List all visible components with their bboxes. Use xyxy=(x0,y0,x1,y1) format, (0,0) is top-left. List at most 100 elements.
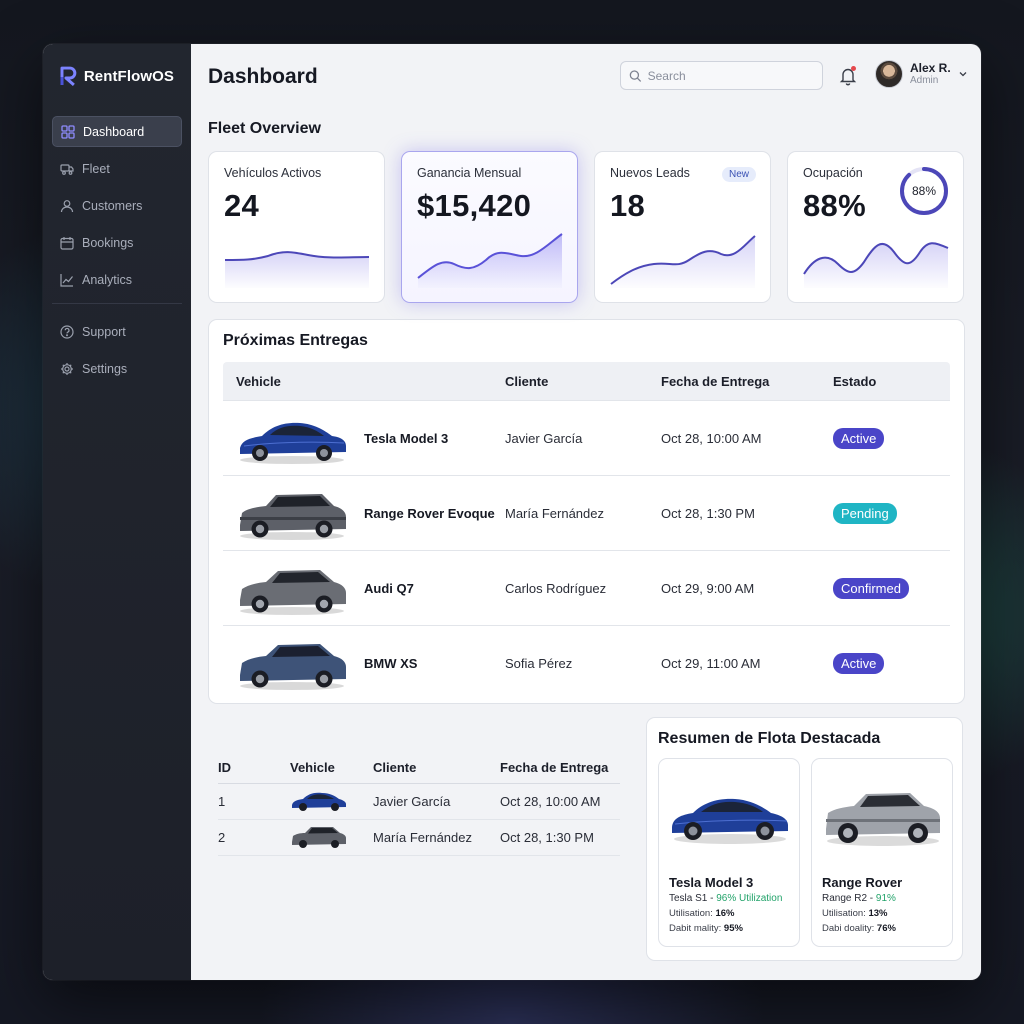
logo[interactable]: RentFlowOS xyxy=(52,62,182,116)
kpi-card-new-leads[interactable]: Nuevos Leads New 18 xyxy=(594,151,771,303)
col-vehicle[interactable]: Vehicle xyxy=(223,374,505,389)
sedan-blue-image xyxy=(672,798,788,844)
chevron-down-icon xyxy=(959,72,967,77)
main-content: Dashboard Alex R. Admin Fleet Overview V… xyxy=(191,44,981,980)
client-name: Javier García xyxy=(373,794,451,809)
kpi-value: 24 xyxy=(224,188,260,223)
calendar-icon xyxy=(60,236,74,250)
sidebar-item-label: Fleet xyxy=(82,161,110,176)
suv-gray-image xyxy=(240,494,346,540)
delivery-date: Oct 29, 9:00 AM xyxy=(661,580,755,596)
utilisation-line: Utilisation: 16% xyxy=(669,908,789,919)
col-status[interactable]: Estado xyxy=(833,374,943,389)
metric-value: 76% xyxy=(876,923,896,934)
table-row[interactable]: Tesla Model 3 Javier García Oct 28, 10:0… xyxy=(223,400,950,475)
metric-label: Utilisation: xyxy=(822,908,866,919)
user-info: Alex R. Admin xyxy=(910,61,951,87)
sidebar-divider xyxy=(52,303,182,304)
client-name: Javier García xyxy=(505,430,583,446)
metric-value: 13% xyxy=(868,908,888,919)
vehicle-cell: Tesla Model 3 xyxy=(223,410,505,466)
table-row[interactable]: 1 Javier García Oct 28, 10:00 AM xyxy=(218,784,620,820)
metric-label: Utilisation: xyxy=(669,908,713,919)
table-row[interactable]: 2 María Fernández Oct 28, 1:30 PM xyxy=(218,820,620,856)
deliveries-title: Próximas Entregas xyxy=(223,332,368,349)
sidebar-item-settings[interactable]: Settings xyxy=(52,353,182,384)
vehicle-cell xyxy=(290,823,373,852)
user-name: Alex R. xyxy=(910,61,951,75)
featured-vehicle-card[interactable]: Range Rover Range R2 - 91% Utilisation: … xyxy=(811,758,953,947)
search-input[interactable] xyxy=(647,68,814,83)
table-header: ID Vehicle Cliente Fecha de Entrega xyxy=(218,756,620,784)
col-client[interactable]: Cliente xyxy=(505,374,661,389)
metric-line: Dabit mality: 95% xyxy=(669,923,789,934)
sparkline xyxy=(224,251,370,288)
col-vehicle[interactable]: Vehicle xyxy=(290,760,373,775)
col-client[interactable]: Cliente xyxy=(373,760,500,775)
utilisation-line: Utilisation: 13% xyxy=(822,908,942,919)
help-icon xyxy=(60,324,74,339)
delivery-date: Oct 29, 11:00 AM xyxy=(661,655,761,671)
sidebar-item-bookings[interactable]: Bookings xyxy=(52,227,182,258)
featured-vehicle-name: Tesla Model 3 xyxy=(669,875,754,890)
suv-gray-image xyxy=(240,570,346,615)
vehicle-name: Tesla Model 3 xyxy=(364,430,449,446)
subtitle-highlight: 96% Utilization xyxy=(716,893,783,904)
mini-deliveries-table: ID Vehicle Cliente Fecha de Entrega 1 Ja… xyxy=(218,756,620,856)
delivery-date: Oct 28, 10:00 AM xyxy=(500,794,601,809)
featured-vehicle-subtitle: Range R2 - 91% xyxy=(822,893,942,904)
featured-vehicle-name: Range Rover xyxy=(822,875,903,890)
col-date[interactable]: Fecha de Entrega xyxy=(500,760,620,775)
kpi-card-active-vehicles[interactable]: Vehículos Activos 24 xyxy=(208,151,385,303)
sidebar: RentFlowOS Dashboard Fleet Customers Boo… xyxy=(43,44,191,980)
sidebar-item-analytics[interactable]: Analytics xyxy=(52,264,182,295)
col-date[interactable]: Fecha de Entrega xyxy=(661,374,833,389)
sidebar-item-label: Dashboard xyxy=(83,124,145,139)
featured-vehicle-card[interactable]: Tesla Model 3 Tesla S1 - 96% Utilization… xyxy=(658,758,800,947)
metric-value: 95% xyxy=(723,923,743,934)
client-name: María Fernández xyxy=(373,830,472,845)
user-menu[interactable]: Alex R. Admin xyxy=(875,60,968,88)
app-name: RentFlowOS xyxy=(83,67,174,85)
delivery-date: Oct 28, 1:30 PM xyxy=(500,830,594,845)
vehicle-name: Audi Q7 xyxy=(364,580,414,596)
page-title: Dashboard xyxy=(208,65,318,88)
delivery-date: Oct 28, 1:30 PM xyxy=(661,505,755,521)
sidebar-item-label: Support xyxy=(82,324,126,339)
kpi-card-occupancy[interactable]: Ocupación 88% 88% xyxy=(787,151,964,303)
sidebar-item-label: Bookings xyxy=(82,235,134,250)
metric-label: Dabit mality: xyxy=(669,923,722,934)
search-icon xyxy=(629,69,642,82)
occupancy-ring: 88% xyxy=(900,167,948,215)
kpi-label: Ganancia Mensual xyxy=(417,166,522,180)
suv-blue-image xyxy=(240,644,346,690)
new-badge: New xyxy=(721,167,756,182)
client-name: Sofia Pérez xyxy=(505,655,573,671)
kpi-label: Vehículos Activos xyxy=(224,166,322,180)
kpi-value: 18 xyxy=(610,188,646,223)
upcoming-deliveries-card: Próximas Entregas Vehicle Cliente Fecha … xyxy=(208,319,965,704)
table-row[interactable]: Range Rover Evoque María Fernández Oct 2… xyxy=(223,475,950,550)
user-icon xyxy=(60,199,74,212)
featured-vehicle-subtitle: Tesla S1 - 96% Utilization xyxy=(669,893,789,904)
table-row[interactable]: Audi Q7 Carlos Rodríguez Oct 29, 9:00 AM… xyxy=(223,550,950,625)
sidebar-item-fleet[interactable]: Fleet xyxy=(52,153,182,184)
vehicle-cell: BMW XS xyxy=(223,635,505,691)
sidebar-item-label: Analytics xyxy=(82,272,133,287)
sidebar-item-support[interactable]: Support xyxy=(52,316,182,347)
chart-icon xyxy=(60,273,73,287)
col-id[interactable]: ID xyxy=(218,760,290,775)
sparkline xyxy=(417,233,563,288)
kpi-card-monthly-revenue[interactable]: Ganancia Mensual $15,420 xyxy=(401,151,578,303)
sidebar-item-dashboard[interactable]: Dashboard xyxy=(52,116,182,147)
search-box[interactable] xyxy=(620,61,823,90)
featured-fleet-card: Resumen de Flota Destacada Tesla Model 3… xyxy=(646,717,963,961)
occupancy-ring-label: 88% xyxy=(912,184,936,198)
sidebar-item-label: Customers xyxy=(82,198,143,213)
sidebar-item-customers[interactable]: Customers xyxy=(52,190,182,221)
vehicle-name: Range Rover Evoque xyxy=(364,505,495,521)
table-row[interactable]: BMW XS Sofia Pérez Oct 29, 11:00 AM Acti… xyxy=(223,625,950,700)
subtitle-prefix: Tesla S1 - xyxy=(669,893,714,904)
status-badge: Active xyxy=(833,652,885,674)
notifications-button[interactable] xyxy=(839,66,857,86)
